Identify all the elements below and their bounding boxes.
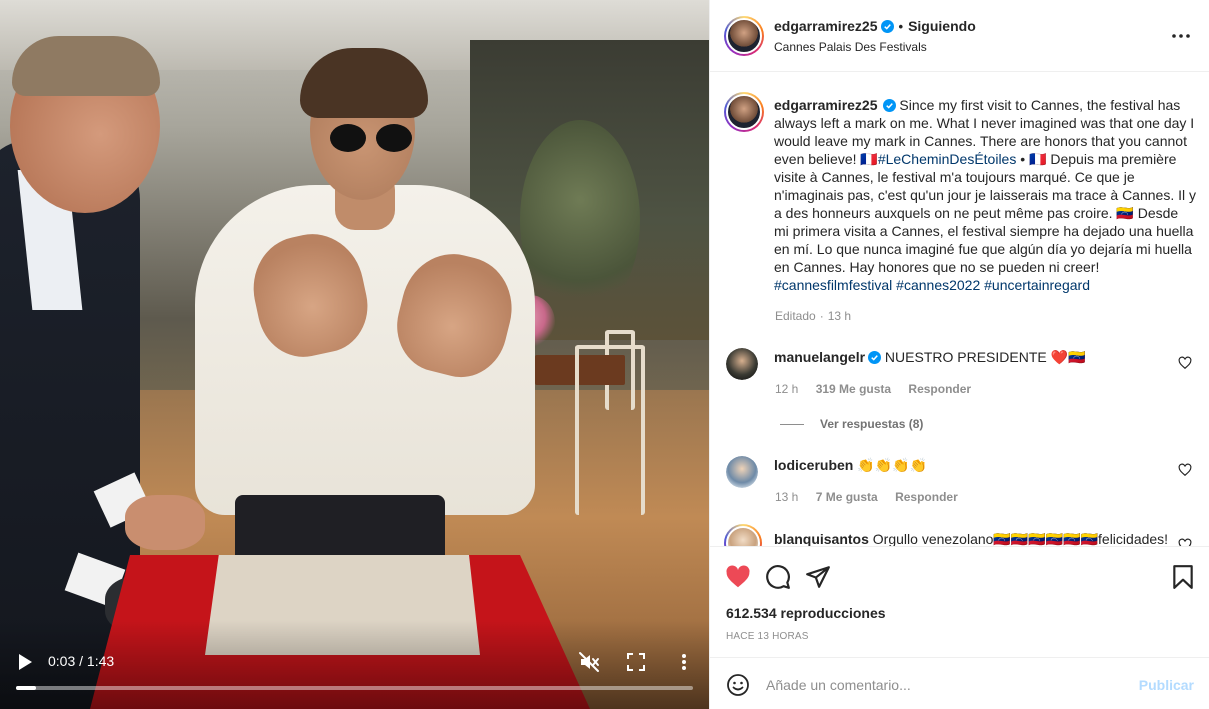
commenter-avatar[interactable] <box>726 348 758 380</box>
edited-label: Editado <box>775 309 816 323</box>
comment-body: blanquisantos Orgullo venezolano🇻🇪🇻🇪🇻🇪🇻🇪… <box>774 530 1168 546</box>
caption-time: 13 h <box>827 309 852 323</box>
verified-badge-icon <box>868 351 882 364</box>
post-actions: 612.534 reproducciones HACE 13 HORAS <box>710 546 1209 656</box>
comment-bubble-icon <box>766 565 790 589</box>
comment-like-heart-icon[interactable] <box>1178 538 1192 546</box>
hashtag-link[interactable]: #uncertainregard <box>984 277 1090 293</box>
video-progress-fill <box>16 686 36 690</box>
paper-plane-icon <box>806 566 830 588</box>
comment-body: manuelangelr NUESTRO PRESIDENTE ❤️🇻🇪 <box>774 348 1085 366</box>
post-timestamp[interactable]: HACE 13 HORAS <box>726 631 809 642</box>
author-username[interactable]: edgarramirez25 <box>774 18 878 34</box>
commenter-avatar[interactable] <box>726 456 758 488</box>
post-location[interactable]: Cannes Palais Des Festivals <box>774 40 927 54</box>
comment-likes-count[interactable]: 319 Me gusta <box>816 382 891 396</box>
video-time: 0:03 / 1:43 <box>48 653 115 669</box>
comment-text: NUESTRO PRESIDENTE ❤️🇻🇪 <box>884 349 1086 365</box>
instagram-post-modal: 0:03 / 1:43 edgarramirez25 • Siguiendo C… <box>0 0 1209 709</box>
comment-time: 13 h <box>775 490 799 504</box>
verified-badge-icon <box>882 99 896 112</box>
video-host-hair <box>12 36 160 96</box>
commenter-avatar[interactable] <box>724 524 762 546</box>
post-header: edgarramirez25 • Siguiendo Cannes Palais… <box>710 0 1209 72</box>
comment-likes-count[interactable]: 7 Me gusta <box>816 490 878 504</box>
video-more-options-button[interactable] <box>673 651 695 673</box>
muted-speaker-icon <box>579 652 599 672</box>
commenter-username[interactable]: blanquisantos <box>774 531 869 546</box>
separator-dot: • <box>898 18 904 34</box>
post-side-panel: edgarramirez25 • Siguiendo Cannes Palais… <box>709 0 1209 709</box>
fullscreen-button[interactable] <box>625 651 647 673</box>
comments-list[interactable]: edgarramirez25 Since my first visit to C… <box>710 72 1209 546</box>
share-button[interactable] <box>805 564 831 590</box>
add-comment-bar: Publicar <box>710 657 1209 709</box>
play-icon <box>19 654 32 670</box>
comment-input[interactable] <box>766 670 1126 700</box>
comment-body: lodiceruben 👏👏👏👏 <box>774 456 927 474</box>
video-scene-tree <box>520 120 640 320</box>
video-person-sunglasses <box>330 124 412 154</box>
publish-button[interactable]: Publicar <box>1139 677 1194 693</box>
play-button[interactable] <box>16 652 34 672</box>
author-avatar[interactable] <box>724 16 764 56</box>
video-host-hand <box>125 495 205 550</box>
more-options-icon[interactable] <box>1170 26 1192 46</box>
reply-button[interactable]: Responder <box>895 490 958 504</box>
emoji-icon[interactable] <box>726 673 750 697</box>
verified-badge-icon <box>880 19 894 33</box>
hashtag-link[interactable]: #cannesfilmfestival <box>774 277 892 293</box>
comment-meta: 13 h 7 Me gusta Responder <box>775 490 972 504</box>
comment-text: Orgullo venezolano🇻🇪🇻🇪🇻🇪🇻🇪🇻🇪🇻🇪felicidade… <box>872 531 1169 546</box>
caption-meta: Editado · 13 h <box>775 309 865 323</box>
separator-dot: · <box>819 309 824 323</box>
view-replies-label: Ver respuestas (8) <box>820 417 924 431</box>
hashtag-link[interactable]: #cannes2022 <box>896 277 980 293</box>
video-progress-bar[interactable] <box>16 686 693 690</box>
vertical-dots-icon <box>682 654 686 670</box>
mute-button[interactable] <box>578 651 600 673</box>
view-replies-button[interactable]: Ver respuestas (8) <box>780 417 923 431</box>
video-scene-chair <box>575 345 645 515</box>
comment-button[interactable] <box>765 564 791 590</box>
post-caption: edgarramirez25 Since my first visit to C… <box>774 96 1196 294</box>
like-button[interactable] <box>725 564 751 590</box>
following-button[interactable]: Siguiendo <box>908 18 976 34</box>
comment-time: 12 h <box>775 382 799 396</box>
commenter-username[interactable]: lodiceruben <box>774 457 853 473</box>
hashtag-link[interactable]: #LeCheminDesÉtoiles <box>878 151 1017 167</box>
post-video[interactable]: 0:03 / 1:43 <box>0 0 709 709</box>
views-count[interactable]: 612.534 reproducciones <box>726 605 886 621</box>
comment-like-heart-icon[interactable] <box>1178 463 1192 477</box>
caption-username[interactable]: edgarramirez25 <box>774 97 878 113</box>
reply-button[interactable]: Responder <box>908 382 971 396</box>
comment-meta: 12 h 319 Me gusta Responder <box>775 382 985 396</box>
author-row: edgarramirez25 • Siguiendo <box>774 18 976 34</box>
replies-divider-line <box>780 423 804 425</box>
commenter-username[interactable]: manuelangelr <box>774 349 865 365</box>
bookmark-icon <box>1173 565 1193 589</box>
heart-filled-icon <box>726 565 750 588</box>
caption-author-avatar[interactable] <box>724 92 764 132</box>
comment-text: 👏👏👏👏 <box>857 457 927 473</box>
comment-like-heart-icon[interactable] <box>1178 356 1192 370</box>
save-button[interactable] <box>1170 564 1196 590</box>
fullscreen-icon <box>627 653 645 671</box>
caption-text-fr-es: • 🇫🇷 Depuis ma première visite à Cannes,… <box>774 151 1196 275</box>
